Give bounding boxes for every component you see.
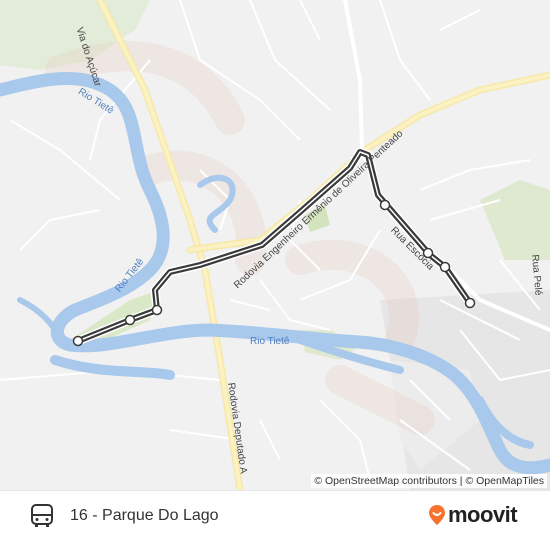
route-stop[interactable]: [72, 335, 84, 347]
bus-icon: [29, 503, 55, 529]
route-stop[interactable]: [379, 199, 391, 211]
route-footer: 16 - Parque Do Lago moovit: [0, 490, 550, 541]
moovit-wordmark: moovit: [448, 502, 518, 527]
route-stop[interactable]: [439, 261, 451, 273]
route-name: 16 - Parque Do Lago: [70, 507, 219, 524]
moovit-logo: moovit: [428, 501, 518, 529]
moovit-pin-icon: [429, 505, 445, 525]
route-stop[interactable]: [464, 297, 476, 309]
route-stop[interactable]: [124, 314, 136, 326]
map-view[interactable]: Rio Tietê Rio Tietê Rio Tietê Via do Açú…: [0, 0, 550, 490]
route-stop[interactable]: [151, 304, 163, 316]
map-attribution[interactable]: © OpenStreetMap contributors | © OpenMap…: [311, 474, 547, 488]
river-label: Rio Tietê: [250, 336, 290, 347]
